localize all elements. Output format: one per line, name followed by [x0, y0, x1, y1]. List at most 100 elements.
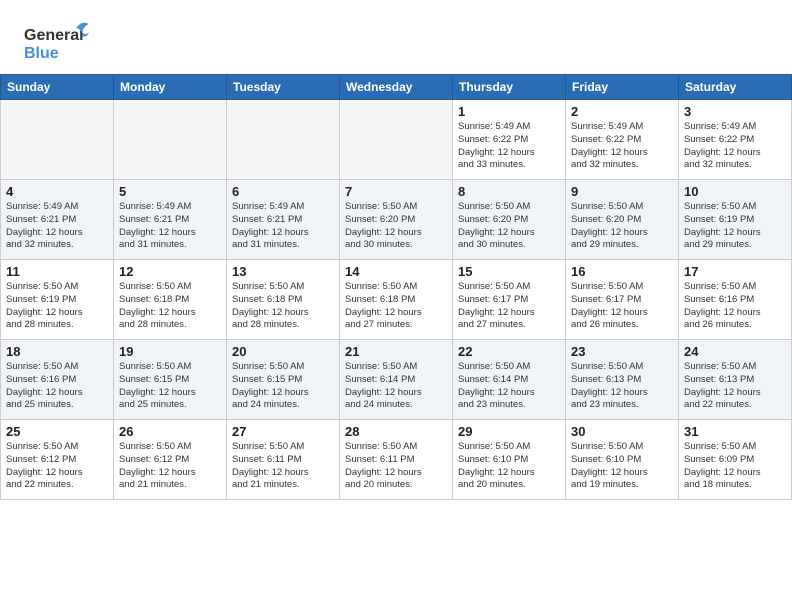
day-number: 27 [232, 424, 334, 439]
calendar-cell: 6Sunrise: 5:49 AM Sunset: 6:21 PM Daylig… [227, 180, 340, 260]
day-info: Sunrise: 5:50 AM Sunset: 6:14 PM Dayligh… [345, 361, 447, 412]
day-number: 14 [345, 264, 447, 279]
day-info: Sunrise: 5:50 AM Sunset: 6:11 PM Dayligh… [232, 441, 334, 492]
calendar-header-saturday: Saturday [679, 75, 792, 100]
day-number: 19 [119, 344, 221, 359]
day-number: 24 [684, 344, 786, 359]
day-number: 29 [458, 424, 560, 439]
calendar-cell: 4 Sunrise: 5:49 AM Sunset: 6:21 PM Daylig… [1, 180, 114, 260]
calendar-cell [340, 100, 453, 180]
day-number: 31 [684, 424, 786, 439]
page-header: General Blue [0, 0, 792, 74]
day-info: Sunrise: 5:50 AM Sunset: 6:18 PM Dayligh… [232, 281, 334, 332]
calendar-cell: 28 Sunrise: 5:50 AM Sunset: 6:11 PM Dayli… [340, 420, 453, 500]
day-number: 3 [684, 104, 786, 119]
day-number: 16 [571, 264, 673, 279]
calendar-cell [114, 100, 227, 180]
day-info: Sunrise: 5:50 AM Sunset: 6:16 PM Dayligh… [684, 281, 786, 332]
logo-svg: General Blue [24, 18, 94, 66]
calendar-week-row: 25 Sunrise: 5:50 AM Sunset: 6:12 PM Dayli… [1, 420, 792, 500]
day-info: Sunrise: 5:50 AM Sunset: 6:16 PM Dayligh… [6, 361, 108, 412]
day-info: Sunrise: 5:50 AM Sunset: 6:18 PM Dayligh… [119, 281, 221, 332]
day-info: Sunrise: 5:50 AM Sunset: 6:11 PM Dayligh… [345, 441, 447, 492]
calendar-header-sunday: Sunday [1, 75, 114, 100]
calendar-cell: 7Sunrise: 5:50 AM Sunset: 6:20 PM Daylig… [340, 180, 453, 260]
day-info: Sunrise: 5:50 AM Sunset: 6:10 PM Dayligh… [458, 441, 560, 492]
calendar-week-row: 11 Sunrise: 5:50 AM Sunset: 6:19 PM Dayli… [1, 260, 792, 340]
calendar-cell: 10 Sunrise: 5:50 AM Sunset: 6:19 PM Dayli… [679, 180, 792, 260]
svg-text:General: General [24, 27, 84, 44]
svg-text:Blue: Blue [24, 45, 59, 62]
calendar-cell: 24 Sunrise: 5:50 AM Sunset: 6:13 PM Dayli… [679, 340, 792, 420]
day-number: 11 [6, 264, 108, 279]
calendar-cell: 19 Sunrise: 5:50 AM Sunset: 6:15 PM Dayli… [114, 340, 227, 420]
day-number: 5 [119, 184, 221, 199]
day-info: Sunrise: 5:50 AM Sunset: 6:15 PM Dayligh… [232, 361, 334, 412]
day-number: 13 [232, 264, 334, 279]
calendar-week-row: 4 Sunrise: 5:49 AM Sunset: 6:21 PM Daylig… [1, 180, 792, 260]
day-number: 28 [345, 424, 447, 439]
day-info: Sunrise: 5:50 AM Sunset: 6:15 PM Dayligh… [119, 361, 221, 412]
calendar-cell: 21 Sunrise: 5:50 AM Sunset: 6:14 PM Dayli… [340, 340, 453, 420]
day-info: Sunrise: 5:50 AM Sunset: 6:13 PM Dayligh… [684, 361, 786, 412]
day-info: Sunrise: 5:50 AM Sunset: 6:20 PM Dayligh… [458, 201, 560, 252]
day-number: 1 [458, 104, 560, 119]
day-number: 22 [458, 344, 560, 359]
calendar-cell: 3 Sunrise: 5:49 AM Sunset: 6:22 PM Daylig… [679, 100, 792, 180]
day-info: Sunrise: 5:50 AM Sunset: 6:14 PM Dayligh… [458, 361, 560, 412]
day-info: Sunrise: 5:50 AM Sunset: 6:19 PM Dayligh… [684, 201, 786, 252]
day-info: Sunrise: 5:50 AM Sunset: 6:09 PM Dayligh… [684, 441, 786, 492]
calendar-header-tuesday: Tuesday [227, 75, 340, 100]
day-number: 17 [684, 264, 786, 279]
calendar-header-row: SundayMondayTuesdayWednesdayThursdayFrid… [1, 75, 792, 100]
calendar-cell: 31 Sunrise: 5:50 AM Sunset: 6:09 PM Dayli… [679, 420, 792, 500]
calendar-cell: 29 Sunrise: 5:50 AM Sunset: 6:10 PM Dayli… [453, 420, 566, 500]
day-info: Sunrise: 5:50 AM Sunset: 6:19 PM Dayligh… [6, 281, 108, 332]
day-info: Sunrise: 5:50 AM Sunset: 6:12 PM Dayligh… [119, 441, 221, 492]
calendar-cell: 25 Sunrise: 5:50 AM Sunset: 6:12 PM Dayli… [1, 420, 114, 500]
calendar-header-wednesday: Wednesday [340, 75, 453, 100]
calendar-cell [227, 100, 340, 180]
calendar-cell: 1Sunrise: 5:49 AM Sunset: 6:22 PM Daylig… [453, 100, 566, 180]
day-number: 25 [6, 424, 108, 439]
day-info: Sunrise: 5:50 AM Sunset: 6:17 PM Dayligh… [458, 281, 560, 332]
calendar-cell: 26 Sunrise: 5:50 AM Sunset: 6:12 PM Dayli… [114, 420, 227, 500]
day-number: 21 [345, 344, 447, 359]
calendar-cell: 9 Sunrise: 5:50 AM Sunset: 6:20 PM Daylig… [566, 180, 679, 260]
day-info: Sunrise: 5:49 AM Sunset: 6:22 PM Dayligh… [571, 121, 673, 172]
day-info: Sunrise: 5:50 AM Sunset: 6:12 PM Dayligh… [6, 441, 108, 492]
day-number: 26 [119, 424, 221, 439]
calendar-cell: 16 Sunrise: 5:50 AM Sunset: 6:17 PM Dayli… [566, 260, 679, 340]
calendar-cell: 2 Sunrise: 5:49 AM Sunset: 6:22 PM Daylig… [566, 100, 679, 180]
calendar-cell: 22 Sunrise: 5:50 AM Sunset: 6:14 PM Dayli… [453, 340, 566, 420]
calendar-cell: 13 Sunrise: 5:50 AM Sunset: 6:18 PM Dayli… [227, 260, 340, 340]
calendar-cell: 8Sunrise: 5:50 AM Sunset: 6:20 PM Daylig… [453, 180, 566, 260]
day-info: Sunrise: 5:49 AM Sunset: 6:22 PM Dayligh… [684, 121, 786, 172]
day-number: 4 [6, 184, 108, 199]
day-number: 7 [345, 184, 447, 199]
day-info: Sunrise: 5:50 AM Sunset: 6:18 PM Dayligh… [345, 281, 447, 332]
day-number: 2 [571, 104, 673, 119]
day-info: Sunrise: 5:50 AM Sunset: 6:17 PM Dayligh… [571, 281, 673, 332]
day-number: 10 [684, 184, 786, 199]
calendar-cell [1, 100, 114, 180]
calendar-header-monday: Monday [114, 75, 227, 100]
calendar-table: SundayMondayTuesdayWednesdayThursdayFrid… [0, 74, 792, 500]
day-info: Sunrise: 5:50 AM Sunset: 6:10 PM Dayligh… [571, 441, 673, 492]
calendar-cell: 17 Sunrise: 5:50 AM Sunset: 6:16 PM Dayli… [679, 260, 792, 340]
day-number: 20 [232, 344, 334, 359]
day-info: Sunrise: 5:50 AM Sunset: 6:20 PM Dayligh… [571, 201, 673, 252]
day-number: 6 [232, 184, 334, 199]
calendar-cell: 30 Sunrise: 5:50 AM Sunset: 6:10 PM Dayli… [566, 420, 679, 500]
day-number: 30 [571, 424, 673, 439]
calendar-cell: 12Sunrise: 5:50 AM Sunset: 6:18 PM Dayli… [114, 260, 227, 340]
day-info: Sunrise: 5:49 AM Sunset: 6:21 PM Dayligh… [6, 201, 108, 252]
calendar-cell: 18 Sunrise: 5:50 AM Sunset: 6:16 PM Dayli… [1, 340, 114, 420]
day-number: 15 [458, 264, 560, 279]
calendar-cell: 5Sunrise: 5:49 AM Sunset: 6:21 PM Daylig… [114, 180, 227, 260]
calendar-header-thursday: Thursday [453, 75, 566, 100]
day-number: 9 [571, 184, 673, 199]
calendar-header-friday: Friday [566, 75, 679, 100]
day-number: 18 [6, 344, 108, 359]
day-number: 23 [571, 344, 673, 359]
